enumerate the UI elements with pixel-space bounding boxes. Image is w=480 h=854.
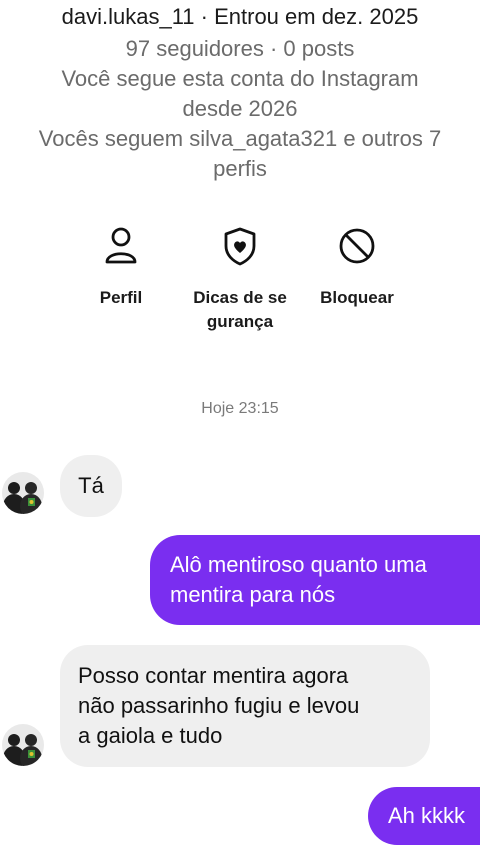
message-text: Ah kkkk <box>388 803 466 828</box>
message-text: Tá <box>78 473 104 498</box>
safety-tips-label: Dicas de segurança <box>193 288 287 331</box>
profile-title[interactable]: davi.lukas_11 · Entrou em dez. 2025 <box>0 2 480 32</box>
message-text-line: Posso contar mentira agora <box>78 663 349 688</box>
follow-since-line-2: desde 2026 <box>182 96 298 121</box>
message-text-line: não passarinho fugiu e levou <box>78 693 360 718</box>
block-button[interactable]: Bloquear <box>302 222 412 310</box>
message-text-line: a gaiola e tudo <box>78 723 223 748</box>
message-bubble-incoming[interactable]: Tá <box>60 455 122 517</box>
person-icon <box>66 222 176 270</box>
message-bubble-outgoing[interactable]: Ah kkkk <box>368 787 480 845</box>
profile-stats: 97 seguidores · 0 posts <box>125 36 355 61</box>
avatar[interactable] <box>2 724 44 766</box>
shield-heart-icon <box>185 222 295 270</box>
message-text-line: Alô mentiroso quanto uma <box>170 552 427 577</box>
profile-button[interactable]: Perfil <box>66 222 176 310</box>
avatar[interactable] <box>2 472 44 514</box>
profile-header: davi.lukas_11 · Entrou em dez. 2025 97 s… <box>0 0 480 184</box>
follow-since-line-1: Você segue esta conta do Instagram <box>61 66 419 91</box>
mutuals-line-2: perfis <box>213 156 267 181</box>
mutuals-line-1: Vocês seguem silva_agata321 e outros 7 <box>38 126 442 151</box>
message-bubble-incoming[interactable]: Posso contar mentira agora não passarinh… <box>60 645 430 767</box>
safety-tips-button[interactable]: Dicas de segurança <box>185 222 295 334</box>
message-bubble-outgoing[interactable]: Alô mentiroso quanto uma mentira para nó… <box>150 535 480 625</box>
profile-button-label: Perfil <box>99 288 143 307</box>
chat-timestamp: Hoje 23:15 <box>201 400 279 417</box>
message-text-line: mentira para nós <box>170 582 336 607</box>
block-icon <box>302 222 412 270</box>
block-button-label: Bloquear <box>320 288 394 307</box>
